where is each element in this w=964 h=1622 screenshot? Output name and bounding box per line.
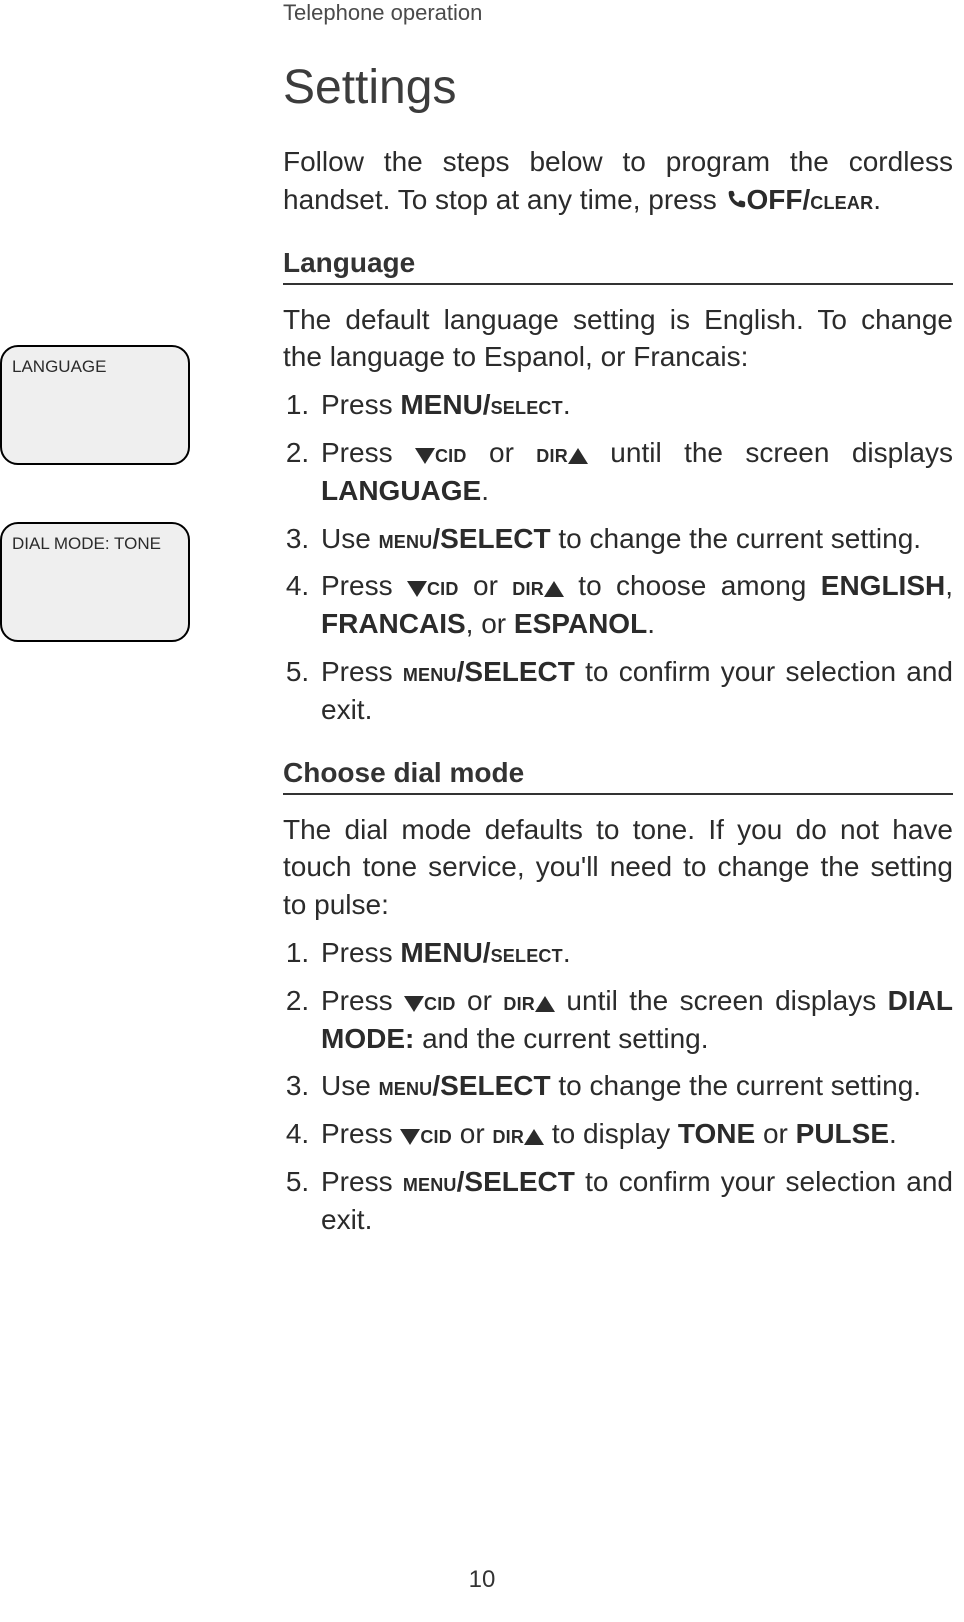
c1: ,: [945, 570, 953, 601]
c2: , or: [466, 608, 514, 639]
clear-label: CLEAR: [810, 187, 873, 215]
language-heading: Language: [283, 247, 953, 279]
or: or: [452, 1118, 492, 1149]
t2: until the screen displays: [588, 437, 953, 468]
t2: to display: [544, 1118, 678, 1149]
dir: DIR: [512, 573, 544, 601]
dial-step-5: Press MENU/SELECT to confirm your select…: [317, 1163, 953, 1239]
caret-down-icon: [407, 581, 427, 597]
caret-up-icon: [544, 581, 564, 597]
francais: FRANCAIS: [321, 608, 466, 639]
menu: MENU: [379, 526, 433, 554]
dial-step-2: Press CID or DIR until the screen displa…: [317, 982, 953, 1058]
or: or: [456, 985, 504, 1016]
dot: .: [563, 937, 571, 968]
dot: .: [563, 389, 571, 420]
handset-icon: [725, 183, 747, 221]
dial-step-1: Press MENU/SELECT.: [317, 934, 953, 972]
t2: to change the current setting.: [551, 1070, 921, 1101]
caret-down-icon: [404, 996, 424, 1012]
menu: MENU: [379, 1073, 433, 1101]
language-word: LANGUAGE: [321, 475, 481, 506]
dial-intro: The dial mode defaults to tone. If you d…: [283, 811, 953, 924]
language-intro: The default language setting is English.…: [283, 301, 953, 377]
cid: CID: [427, 573, 459, 601]
caret-down-icon: [415, 448, 435, 464]
t: Press: [321, 1118, 400, 1149]
lcd-dial-mode-text: DIAL MODE: TONE: [12, 534, 161, 553]
select: SELECT: [491, 392, 563, 420]
select: /SELECT: [457, 656, 575, 687]
caret-up-icon: [568, 448, 588, 464]
dot: .: [647, 608, 655, 639]
lang-step-1: Press MENU/SELECT.: [317, 386, 953, 424]
t: Press: [321, 389, 400, 420]
lang-step-2: Press CID or DIR until the screen displa…: [317, 434, 953, 510]
caret-up-icon: [535, 996, 555, 1012]
t: Press: [321, 985, 404, 1016]
menu: MENU/: [400, 937, 490, 968]
lang-step-5: Press MENU/SELECT to confirm your select…: [317, 653, 953, 729]
page: Telephone operation LANGUAGE DIAL MODE: …: [0, 0, 964, 1622]
t2: to change the current setting.: [551, 523, 921, 554]
dial-steps: Press MENU/SELECT. Press CID or DIR unti…: [283, 934, 953, 1239]
menu: MENU: [403, 659, 457, 687]
dot: .: [481, 475, 489, 506]
lang-step-4: Press CID or DIR to choose among ENGLISH…: [317, 567, 953, 643]
t: Press: [321, 656, 403, 687]
or: or: [467, 437, 537, 468]
lcd-dial-mode: DIAL MODE: TONE: [0, 522, 190, 642]
lcd-language: LANGUAGE: [0, 345, 190, 465]
t: Use: [321, 1070, 379, 1101]
cid: CID: [420, 1121, 452, 1149]
dial-step-4: Press CID or DIR to display TONE or PULS…: [317, 1115, 953, 1153]
running-head: Telephone operation: [283, 0, 482, 26]
caret-down-icon: [400, 1129, 420, 1145]
caret-up-icon: [524, 1129, 544, 1145]
menu: MENU/: [400, 389, 490, 420]
dot: .: [889, 1118, 897, 1149]
select: SELECT: [491, 940, 563, 968]
lcd-language-text: LANGUAGE: [12, 357, 106, 376]
t: Press: [321, 570, 407, 601]
intro-paragraph: Follow the steps below to program the co…: [283, 143, 953, 221]
content: Settings Follow the steps below to progr…: [283, 60, 953, 1267]
select: /SELECT: [432, 523, 550, 554]
or: or: [459, 570, 513, 601]
t: Press: [321, 1166, 403, 1197]
espanol: ESPANOL: [514, 608, 647, 639]
t: Use: [321, 523, 379, 554]
off-label: OFF/: [747, 184, 811, 215]
page-title: Settings: [283, 60, 953, 115]
rule: [283, 283, 953, 285]
rule: [283, 793, 953, 795]
lang-step-3: Use MENU/SELECT to change the current se…: [317, 520, 953, 558]
dir: DIR: [492, 1121, 524, 1149]
pulse: PULSE: [796, 1118, 889, 1149]
t3: and the current setting.: [414, 1023, 708, 1054]
select: /SELECT: [457, 1166, 575, 1197]
menu: MENU: [403, 1169, 457, 1197]
tone: TONE: [678, 1118, 755, 1149]
or2: or: [755, 1118, 795, 1149]
intro-dot: .: [873, 184, 881, 215]
select: /SELECT: [432, 1070, 550, 1101]
dir: DIR: [536, 440, 568, 468]
t2: until the screen displays: [555, 985, 888, 1016]
cid: CID: [424, 988, 456, 1016]
dir: DIR: [503, 988, 535, 1016]
cid: CID: [435, 440, 467, 468]
t2: to choose among: [564, 570, 821, 601]
page-number: 10: [0, 1566, 964, 1594]
t: Press: [321, 937, 400, 968]
language-steps: Press MENU/SELECT. Press CID or DIR unti…: [283, 386, 953, 728]
dial-step-3: Use MENU/SELECT to change the current se…: [317, 1067, 953, 1105]
english: ENGLISH: [821, 570, 945, 601]
dial-mode-heading: Choose dial mode: [283, 757, 953, 789]
t: Press: [321, 437, 415, 468]
